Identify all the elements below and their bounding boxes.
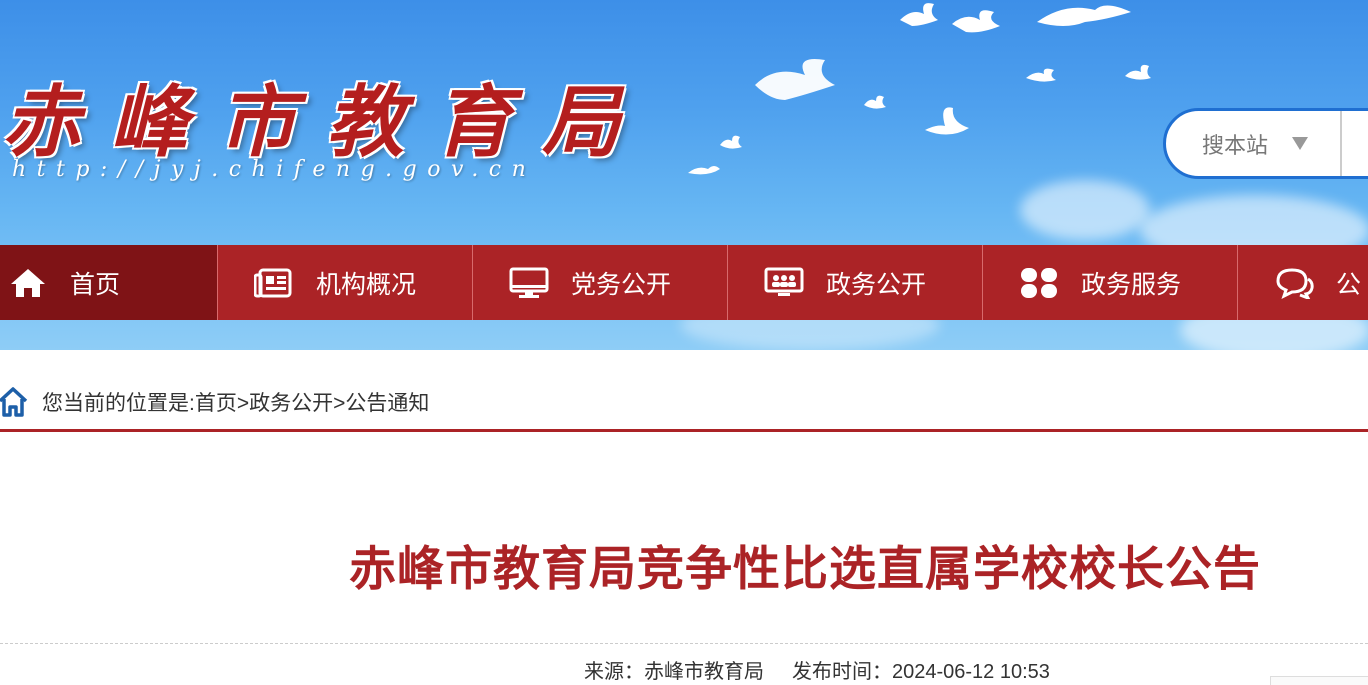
- nav-item-party-affairs[interactable]: 党务公开: [473, 245, 728, 320]
- nav-item-label: 公: [1336, 270, 1362, 299]
- nav-item-label: 政务服务: [1081, 270, 1182, 299]
- nav-item-label: 首页: [70, 270, 121, 299]
- divider: [0, 643, 1368, 644]
- nav-item-home[interactable]: 首页: [0, 245, 218, 320]
- nav-item-label: 政务公开: [826, 270, 927, 299]
- nav-item-government-affairs[interactable]: 政务公开: [728, 245, 983, 320]
- nav-item-label: 党务公开: [571, 270, 672, 299]
- monitor-icon: [509, 266, 549, 300]
- newspaper-icon: [254, 266, 294, 300]
- grid-icon: [1019, 266, 1059, 300]
- article-meta: 来源：赤峰市教育局 发布时间：2024-06-12 10:53: [584, 655, 1050, 684]
- chevron-down-icon[interactable]: [1292, 137, 1309, 150]
- dove-decoration: [864, 95, 886, 109]
- main-nav: 首页 机构概况 党务公开 政务公开 政务服务 公: [0, 245, 1368, 320]
- dove-decoration: [688, 166, 720, 175]
- side-toolbar[interactable]: [1270, 676, 1368, 685]
- search-scope-select[interactable]: 搜本站: [1202, 128, 1268, 160]
- dove-decoration: [755, 59, 835, 100]
- nav-item-organization[interactable]: 机构概况: [218, 245, 473, 320]
- search-box[interactable]: 搜本站: [1163, 108, 1368, 179]
- site-url: http://jyj.chifeng.gov.cn: [12, 157, 537, 182]
- dove-decoration: [952, 10, 1000, 33]
- dove-decoration: [925, 107, 969, 135]
- dove-decoration: [1037, 5, 1131, 26]
- article-source: 来源：赤峰市教育局: [584, 661, 764, 683]
- search-divider: [1340, 111, 1342, 176]
- dove-decoration: [900, 3, 938, 26]
- home-icon: [8, 266, 48, 300]
- chat-icon: [1274, 266, 1314, 300]
- breadcrumb-text[interactable]: 您当前的位置是:首页>政务公开>公告通知: [42, 387, 429, 417]
- nav-item-label: 机构概况: [316, 270, 417, 299]
- nav-item-government-services[interactable]: 政务服务: [983, 245, 1238, 320]
- home-outline-icon: [0, 383, 30, 421]
- nav-item-public[interactable]: 公: [1238, 245, 1368, 320]
- dove-decoration: [1125, 64, 1151, 80]
- dove-decoration: [1026, 68, 1056, 82]
- dove-decoration: [720, 135, 742, 149]
- article-publish-time: 发布时间：2024-06-12 10:53: [792, 661, 1050, 683]
- site-logo[interactable]: 赤峰市教育局: [2, 60, 650, 172]
- breadcrumb: 您当前的位置是:首页>政务公开>公告通知: [0, 374, 1368, 432]
- article-title: 赤峰市教育局竞争性比选直属学校校长公告: [349, 542, 1261, 595]
- presentation-icon: [764, 266, 804, 300]
